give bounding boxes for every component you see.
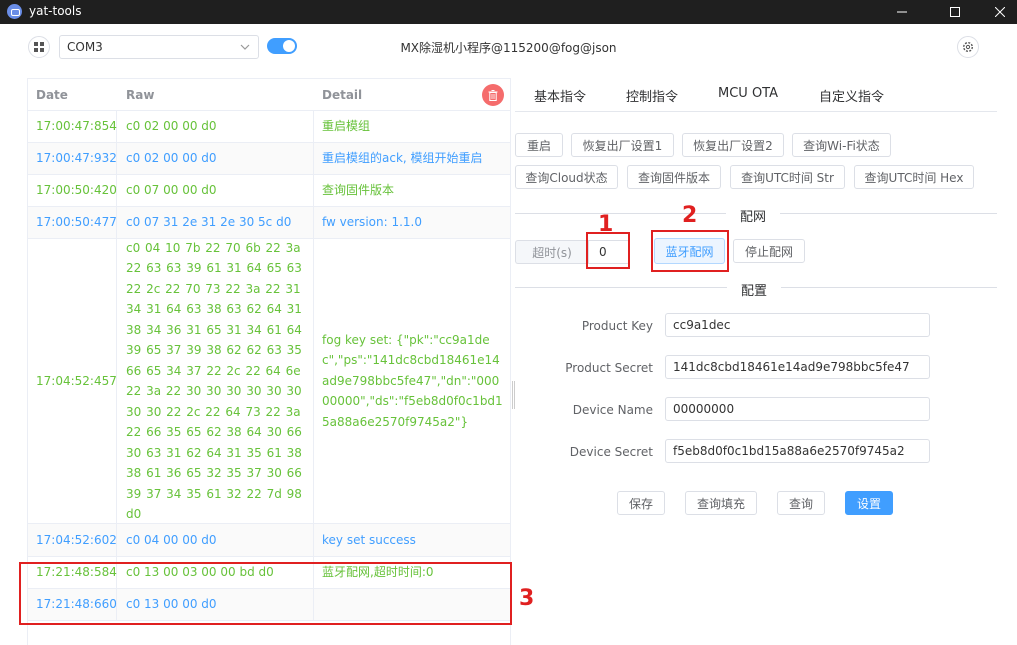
log-row[interactable]: 17:04:52:602 c0 04 00 00 d0 key set succ… bbox=[28, 524, 510, 557]
product-key-label: Product Key bbox=[581, 319, 653, 333]
log-date: 17:00:50:477 bbox=[28, 207, 117, 238]
annotation-number-1: 1 bbox=[598, 212, 614, 237]
title-bar: yat-tools bbox=[0, 0, 1017, 24]
query-button[interactable]: 查询 bbox=[777, 491, 825, 515]
product-key-input[interactable]: cc9a1dec bbox=[665, 313, 930, 337]
annotation-number-3: 3 bbox=[519, 586, 535, 611]
log-detail: fog key set: {"pk":"cc9a1dec","ps":"141d… bbox=[322, 332, 503, 429]
log-raw: c0 04 10 7b 22 70 6b 22 3a 22 63 63 39 6… bbox=[117, 239, 314, 523]
tab-basic-commands[interactable]: 基本指令 bbox=[534, 86, 586, 105]
annotation-box-3 bbox=[19, 562, 512, 625]
window-title: yat-tools bbox=[29, 4, 82, 18]
query-cloud-status-button[interactable]: 查询Cloud状态 bbox=[515, 165, 618, 189]
log-row[interactable]: 17:00:47:854 c0 02 00 00 d0 重启模组 bbox=[28, 111, 510, 143]
log-table-header: Date Raw Detail bbox=[28, 79, 510, 111]
product-secret-label: Product Secret bbox=[565, 361, 653, 375]
query-fill-button[interactable]: 查询填充 bbox=[685, 491, 757, 515]
log-detail: 查询固件版本 bbox=[322, 183, 395, 198]
device-secret-input[interactable]: f5eb8d0f0c1bd15a88a6e2570f9745a2 bbox=[665, 439, 930, 463]
log-date: 17:04:52:602 bbox=[28, 524, 117, 556]
toolbar: COM3 MX除湿机小程序@115200@fog@json bbox=[0, 24, 1017, 70]
clear-log-button[interactable] bbox=[482, 84, 504, 106]
log-row[interactable]: 17:00:50:420 c0 07 00 00 d0 查询固件版本 bbox=[28, 175, 510, 207]
gear-icon bbox=[962, 41, 974, 53]
log-row[interactable]: 17:00:50:477 c0 07 31 2e 31 2e 30 5c d0 … bbox=[28, 207, 510, 239]
log-detail: 重启模组的ack, 模组开始重启 bbox=[322, 151, 483, 166]
log-raw: c0 07 31 2e 31 2e 30 5c d0 bbox=[117, 207, 314, 238]
log-date: 17:00:47:854 bbox=[28, 111, 117, 142]
settings-button[interactable] bbox=[957, 36, 979, 58]
device-secret-label: Device Secret bbox=[569, 445, 653, 459]
log-detail: 重启模组 bbox=[322, 119, 371, 134]
log-date: 17:00:47:932 bbox=[28, 143, 117, 174]
annotation-number-2: 2 bbox=[682, 203, 698, 228]
device-title: MX除湿机小程序@115200@fog@json bbox=[400, 41, 617, 55]
set-button[interactable]: 设置 bbox=[845, 491, 893, 515]
config-section-title: 配置 bbox=[727, 280, 782, 299]
tab-control-commands[interactable]: 控制指令 bbox=[626, 86, 678, 105]
close-button[interactable] bbox=[977, 0, 1017, 24]
factory-reset-1-button[interactable]: 恢复出厂设置1 bbox=[571, 133, 674, 157]
tab-mcu-ota[interactable]: MCU OTA bbox=[718, 86, 778, 101]
log-detail: fw version: 1.1.0 bbox=[322, 215, 422, 230]
network-section-title: 配网 bbox=[726, 206, 781, 225]
product-secret-input[interactable]: 141dc8cbd18461e14ad9e798bbc5fe47 bbox=[665, 355, 930, 379]
trash-icon bbox=[488, 89, 498, 101]
factory-reset-2-button[interactable]: 恢复出厂设置2 bbox=[682, 133, 784, 157]
log-raw: c0 02 00 00 d0 bbox=[117, 111, 314, 142]
log-date: 17:00:50:420 bbox=[28, 175, 117, 206]
maximize-button[interactable] bbox=[932, 0, 978, 24]
column-header-date: Date bbox=[36, 88, 68, 102]
tab-custom-commands[interactable]: 自定义指令 bbox=[819, 86, 884, 105]
log-table: Date Raw Detail 17:00:47:854 c0 02 00 00… bbox=[27, 78, 511, 645]
app-logo-icon bbox=[7, 4, 22, 19]
device-name-label: Device Name bbox=[572, 403, 653, 417]
log-date: 17:04:52:457 bbox=[28, 239, 117, 523]
query-utc-hex-button[interactable]: 查询UTC时间 Hex bbox=[854, 165, 974, 189]
timeout-label: 超时(s) bbox=[515, 240, 588, 264]
annotation-box-1 bbox=[586, 232, 630, 269]
annotation-box-2 bbox=[651, 230, 729, 272]
log-row[interactable]: 17:04:52:457 c0 04 10 7b 22 70 6b 22 3a … bbox=[28, 239, 510, 524]
log-raw: c0 02 00 00 d0 bbox=[117, 143, 314, 174]
column-header-raw: Raw bbox=[126, 88, 155, 102]
column-header-detail: Detail bbox=[322, 88, 363, 102]
log-detail: key set success bbox=[322, 532, 416, 547]
query-firmware-version-button[interactable]: 查询固件版本 bbox=[627, 165, 721, 189]
command-tabs: 基本指令 控制指令 MCU OTA 自定义指令 bbox=[515, 78, 997, 112]
log-row[interactable]: 17:00:47:932 c0 02 00 00 d0 重启模组的ack, 模组… bbox=[28, 143, 510, 175]
save-button[interactable]: 保存 bbox=[617, 491, 665, 515]
stop-provision-button[interactable]: 停止配网 bbox=[733, 239, 805, 263]
log-raw: c0 07 00 00 d0 bbox=[117, 175, 314, 206]
log-raw: c0 04 00 00 d0 bbox=[117, 524, 314, 556]
device-name-input[interactable]: 00000000 bbox=[665, 397, 930, 421]
query-utc-str-button[interactable]: 查询UTC时间 Str bbox=[730, 165, 845, 189]
minimize-button[interactable] bbox=[879, 0, 925, 24]
query-wifi-status-button[interactable]: 查询Wi-Fi状态 bbox=[792, 133, 891, 157]
restart-button[interactable]: 重启 bbox=[515, 133, 563, 157]
